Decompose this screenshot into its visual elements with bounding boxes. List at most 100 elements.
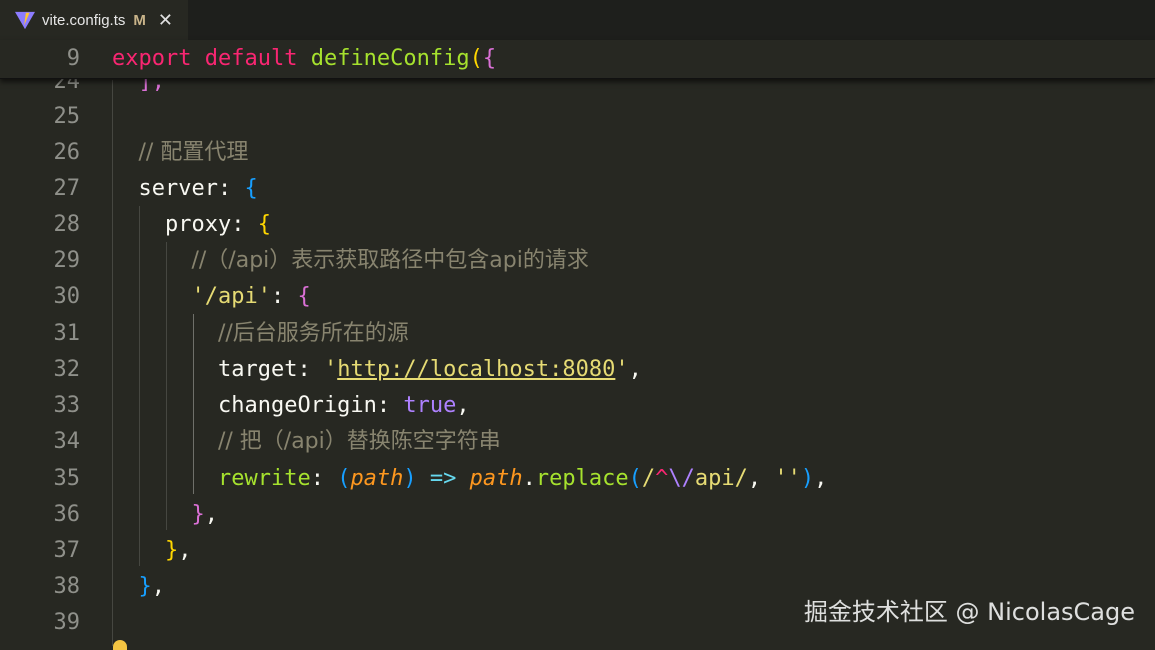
line-number: 35 bbox=[53, 466, 81, 491]
colon: : bbox=[231, 212, 258, 237]
property-key: changeOrigin bbox=[217, 393, 377, 418]
comment: // 配置代理 bbox=[138, 140, 249, 165]
comma: , bbox=[178, 538, 192, 563]
lightbulb-icon[interactable] bbox=[113, 640, 127, 650]
colon: : bbox=[310, 466, 338, 491]
bracket: ) bbox=[800, 466, 815, 491]
quote: ' bbox=[615, 357, 629, 382]
line-number: 33 bbox=[53, 393, 81, 418]
code-line-37: 37 }, bbox=[0, 533, 1155, 569]
colon: : bbox=[376, 393, 404, 418]
code-line-36: 36 }, bbox=[0, 497, 1155, 533]
line-number: 28 bbox=[53, 212, 81, 237]
code-line-27: 27 server: { bbox=[0, 171, 1155, 207]
watermark: 掘金技术社区 @ NicolasCage bbox=[803, 598, 1135, 626]
bracket: { bbox=[244, 176, 258, 201]
bracket: } bbox=[191, 502, 205, 527]
colon: : bbox=[217, 176, 245, 201]
bracket: ( bbox=[628, 466, 642, 491]
code-text: }, bbox=[112, 569, 166, 605]
quote: ' bbox=[323, 357, 338, 382]
code-text: target: 'http://localhost:8080', bbox=[112, 352, 642, 388]
colon: : bbox=[270, 284, 298, 309]
line-number: 32 bbox=[53, 357, 81, 382]
code-text: }, bbox=[112, 497, 218, 533]
property-key: rewrite bbox=[217, 466, 311, 491]
method-name: replace bbox=[535, 466, 629, 491]
parameter: path bbox=[469, 466, 523, 491]
bracket: { bbox=[482, 46, 497, 71]
code-line-31: 31 //后台服务所在的源 bbox=[0, 316, 1155, 352]
code-text: '/api': { bbox=[112, 279, 311, 315]
code-text: server: { bbox=[112, 171, 258, 207]
string-key: '/api' bbox=[191, 284, 271, 309]
code-text: }, bbox=[112, 533, 192, 569]
line-number: 31 bbox=[53, 321, 81, 346]
string: '' bbox=[774, 466, 801, 491]
sticky-scroll-header[interactable]: 9 export default defineConfig({ bbox=[0, 40, 1155, 79]
code-text: //（/api）表示获取路径中包含api的请求 bbox=[112, 243, 589, 279]
bracket: ) bbox=[403, 466, 417, 491]
bracket: { bbox=[257, 212, 271, 237]
code-text: //后台服务所在的源 bbox=[112, 316, 409, 352]
code-text: changeOrigin: true, bbox=[112, 388, 470, 424]
dot: . bbox=[522, 466, 536, 491]
line-number: 29 bbox=[53, 248, 81, 273]
line-number: 37 bbox=[53, 538, 81, 563]
comma: , bbox=[151, 574, 165, 599]
keyword: default bbox=[204, 46, 298, 71]
code-line-35: 35 rewrite: (path) => path.replace(/^\/a… bbox=[0, 461, 1155, 497]
bracket: ( bbox=[337, 466, 351, 491]
line-number: 39 bbox=[53, 610, 81, 635]
comma: , bbox=[628, 357, 642, 382]
code-line-29: 29 //（/api）表示获取路径中包含api的请求 bbox=[0, 243, 1155, 279]
line-number: 34 bbox=[53, 429, 81, 454]
regex: api bbox=[694, 466, 735, 491]
code-editor[interactable]: 24 ], 25 26 // 配置代理 27 server: { 28 prox… bbox=[0, 0, 1155, 650]
bracket: } bbox=[164, 538, 179, 563]
code-text: proxy: { bbox=[112, 207, 271, 243]
code-text: // 把（/api）替换陈空字符串 bbox=[112, 424, 501, 460]
keyword: export bbox=[112, 46, 192, 71]
bracket: { bbox=[297, 284, 311, 309]
comma: , bbox=[456, 393, 470, 418]
line-number: 30 bbox=[53, 284, 81, 309]
comment: //（/api）表示获取路径中包含api的请求 bbox=[191, 248, 589, 273]
line-number: 25 bbox=[53, 104, 81, 129]
code-line: export default defineConfig({ bbox=[112, 40, 496, 78]
code-text: // 配置代理 bbox=[112, 135, 249, 171]
property-key: server bbox=[138, 176, 218, 201]
code-line-30: 30 '/api': { bbox=[0, 279, 1155, 315]
comment: //后台服务所在的源 bbox=[217, 321, 409, 346]
arrow-operator: => bbox=[416, 466, 470, 491]
comma: , bbox=[204, 502, 218, 527]
comment: // 把（/api）替换陈空字符串 bbox=[217, 429, 501, 454]
comma: , bbox=[814, 466, 828, 491]
separator: , bbox=[747, 466, 775, 491]
parameter: path bbox=[350, 466, 404, 491]
regex: / bbox=[641, 466, 656, 491]
line-number: 26 bbox=[53, 140, 81, 165]
code-line-26: 26 // 配置代理 bbox=[0, 135, 1155, 171]
code-line-28: 28 proxy: { bbox=[0, 207, 1155, 243]
line-number: 9 bbox=[66, 46, 80, 71]
url-link[interactable]: http://localhost:8080 bbox=[337, 357, 615, 382]
boolean-value: true bbox=[403, 393, 457, 418]
function-name: defineConfig bbox=[310, 46, 470, 71]
bracket: } bbox=[138, 574, 152, 599]
code-line-25: 25 bbox=[0, 99, 1155, 135]
code-line-33: 33 changeOrigin: true, bbox=[0, 388, 1155, 424]
regex-anchor: ^ bbox=[655, 466, 669, 491]
